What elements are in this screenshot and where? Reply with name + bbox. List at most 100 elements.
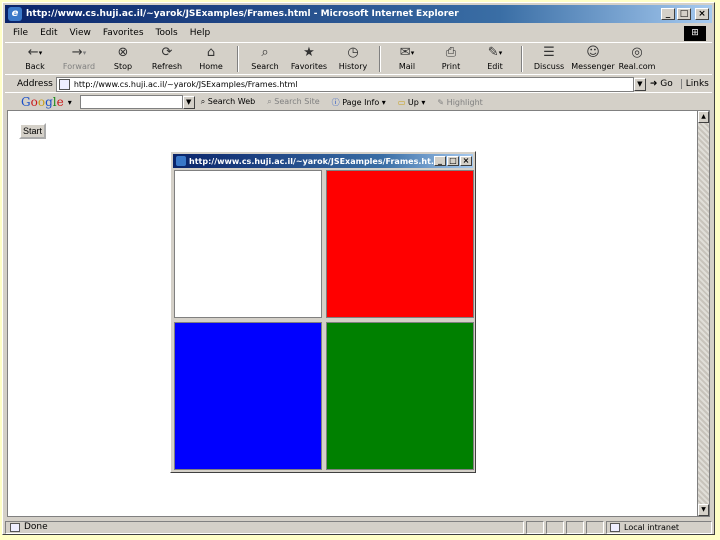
back-label: Back xyxy=(25,62,45,71)
page-info-label: Page Info xyxy=(342,97,380,107)
scroll-down-button[interactable]: ▼ xyxy=(698,504,709,516)
menu-file[interactable]: File xyxy=(5,28,34,38)
minimize-button[interactable]: _ xyxy=(661,8,675,20)
search-web-button[interactable]: ⌕ Search Web xyxy=(195,97,262,107)
frame-bottom-right[interactable] xyxy=(326,322,474,470)
zone-text: Local intranet xyxy=(624,522,680,532)
up-label: Up xyxy=(407,97,419,107)
popup-close-button[interactable]: × xyxy=(460,156,472,166)
status-cell xyxy=(586,520,604,534)
mail-label: Mail xyxy=(398,62,416,71)
discuss-label: Discuss xyxy=(533,62,565,71)
title-bar[interactable]: e http://www.cs.huji.ac.il/~yarok/JSExam… xyxy=(5,5,712,23)
search-button[interactable]: ⌕ Search xyxy=(243,44,287,71)
close-button[interactable]: × xyxy=(695,8,709,20)
popup-minimize-button[interactable]: _ xyxy=(434,156,446,166)
logo-letter: g xyxy=(45,95,53,109)
back-dropdown-icon[interactable]: ▾ xyxy=(39,49,43,57)
home-button[interactable]: ⌂ Home xyxy=(189,44,233,71)
discuss-icon: ☰ xyxy=(543,45,555,60)
maximize-button[interactable]: □ xyxy=(677,8,691,20)
menu-tools[interactable]: Tools xyxy=(150,28,184,38)
print-button[interactable]: ⎙ Print xyxy=(429,44,473,71)
popup-title: http://www.cs.huji.ac.il/~yarok/JSExampl… xyxy=(189,156,434,166)
scroll-up-button[interactable]: ▲ xyxy=(698,111,709,123)
back-glyph-row: ← ▾ xyxy=(28,44,42,62)
edit-dropdown-icon[interactable]: ▾ xyxy=(499,49,503,57)
page-done-icon xyxy=(10,522,20,532)
popup-maximize-button[interactable]: □ xyxy=(447,156,459,166)
address-input[interactable]: http://www.cs.huji.ac.il/~yarok/JSExampl… xyxy=(55,76,634,92)
page-content: Start http://www.cs.huji.ac.il/~yarok/JS… xyxy=(7,110,697,517)
google-logo[interactable]: Google xyxy=(5,95,66,109)
highlight-label: Highlight xyxy=(446,97,483,107)
messenger-button[interactable]: ☺ Messenger xyxy=(571,44,615,71)
logo-letter: e xyxy=(56,95,64,109)
frameset xyxy=(174,170,474,470)
status-cell xyxy=(566,520,584,534)
frame-top-left[interactable] xyxy=(174,170,322,318)
google-search-input[interactable] xyxy=(79,95,183,109)
address-dropdown-button[interactable]: ▼ xyxy=(633,77,646,91)
real-com-button[interactable]: ◎ Real.com xyxy=(615,44,659,71)
popup-ie-icon[interactable] xyxy=(176,156,186,166)
links-button[interactable]: Links xyxy=(680,79,709,89)
history-button[interactable]: ◷ History xyxy=(331,44,375,71)
favorites-label: Favorites xyxy=(290,62,328,71)
print-icon: ⎙ xyxy=(445,45,457,60)
google-search-dropdown[interactable]: ▼ xyxy=(182,95,195,109)
google-menu-dropdown[interactable]: ▾ xyxy=(66,98,74,107)
info-icon: ⓘ xyxy=(331,97,340,107)
real-com-label: Real.com xyxy=(618,62,656,71)
intranet-icon xyxy=(610,522,620,532)
go-button[interactable]: ➜ Go xyxy=(646,79,681,89)
popup-title-bar[interactable]: http://www.cs.huji.ac.il/~yarok/JSExampl… xyxy=(173,154,473,168)
logo-letter: o xyxy=(30,95,38,109)
menu-help[interactable]: Help xyxy=(184,28,217,38)
history-label: History xyxy=(338,62,368,71)
toolbar-separator xyxy=(521,46,523,72)
logo-letter: o xyxy=(37,95,46,109)
real-com-icon: ◎ xyxy=(631,45,643,60)
mail-button[interactable]: ✉ ▾ Mail xyxy=(385,44,429,71)
up-button[interactable]: ▭ Up ▾ xyxy=(392,98,432,107)
search-site-button[interactable]: ⌕ Search Site xyxy=(261,97,325,107)
edit-glyph-row: ✎ ▾ xyxy=(488,44,502,62)
refresh-button[interactable]: ⟳ Refresh xyxy=(145,44,189,71)
highlight-button[interactable]: ✎ Highlight xyxy=(431,98,488,107)
ie-logo-icon[interactable]: e xyxy=(8,7,22,21)
frame-top-right[interactable] xyxy=(326,170,474,318)
vertical-scrollbar[interactable]: ▲ ▼ xyxy=(697,110,710,517)
favorites-button[interactable]: ★ Favorites xyxy=(287,44,331,71)
menu-favorites[interactable]: Favorites xyxy=(97,28,150,38)
popup-window: http://www.cs.huji.ac.il/~yarok/JSExampl… xyxy=(170,151,476,473)
menu-edit[interactable]: Edit xyxy=(34,28,63,38)
search-web-label: Search Web xyxy=(207,97,256,106)
print-label: Print xyxy=(441,62,461,71)
edit-button[interactable]: ✎ ▾ Edit xyxy=(473,44,517,71)
page-info-button[interactable]: ⓘ Page Info ▾ xyxy=(326,97,392,108)
edit-label: Edit xyxy=(487,62,503,71)
search-site-icon: ⌕ xyxy=(267,97,272,106)
stop-button[interactable]: ⊗ Stop xyxy=(101,44,145,71)
forward-dropdown-icon[interactable]: ▾ xyxy=(83,49,87,57)
messenger-label: Messenger xyxy=(571,62,615,71)
discuss-button[interactable]: ☰ Discuss xyxy=(527,44,571,71)
history-icon: ◷ xyxy=(347,45,359,60)
forward-glyph-row: → ▾ xyxy=(72,44,86,62)
toolbar-separator xyxy=(237,46,239,72)
security-zone: Local intranet xyxy=(606,520,712,534)
forward-label: Forward xyxy=(62,62,96,71)
stop-label: Stop xyxy=(113,62,133,71)
forward-button[interactable]: → ▾ Forward xyxy=(57,44,101,71)
start-button[interactable]: Start xyxy=(19,123,47,139)
mail-dropdown-icon[interactable]: ▾ xyxy=(411,49,415,57)
back-button[interactable]: ← ▾ Back xyxy=(13,44,57,71)
frame-bottom-left[interactable] xyxy=(174,322,322,470)
edit-icon: ✎ xyxy=(487,45,499,60)
menu-view[interactable]: View xyxy=(64,28,97,38)
status-main: Done xyxy=(5,520,524,534)
search-web-icon: ⌕ xyxy=(200,97,206,106)
menu-bar: File Edit View Favorites Tools Help ⊞ xyxy=(5,24,712,43)
google-toolbar: Google ▾ ▼ ⌕ Search Web ⌕ Search Site ⓘ … xyxy=(5,93,712,111)
